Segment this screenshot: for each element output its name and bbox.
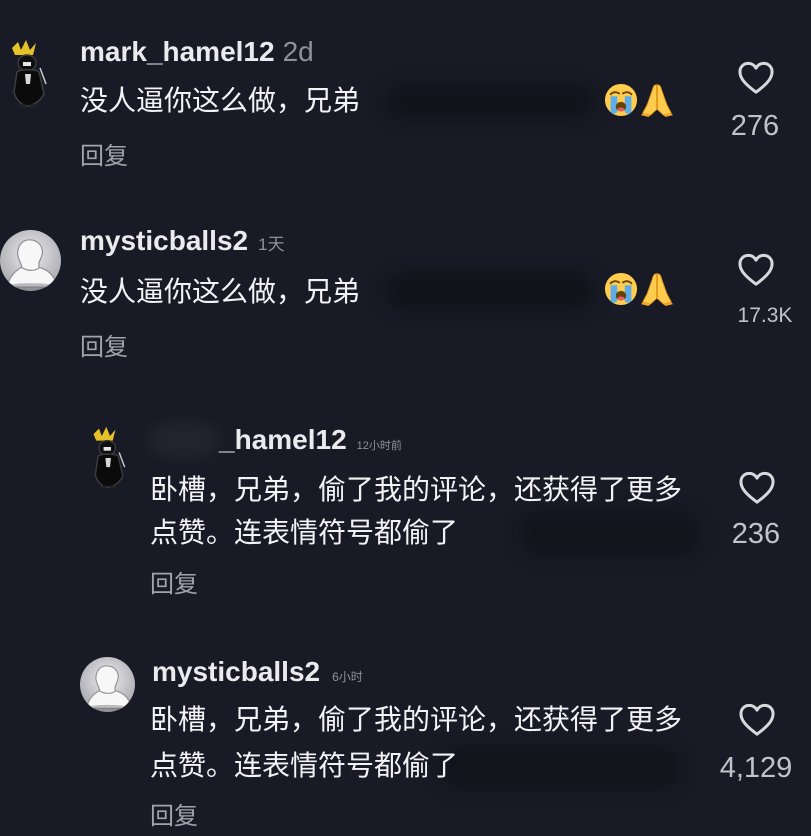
comment-text: 没人逼你这么做，兄弟: [80, 84, 360, 118]
like-button[interactable]: [737, 61, 775, 95]
white-bust-avatar[interactable]: [80, 657, 135, 712]
heart-outline-icon: [738, 61, 774, 94]
crowned-figure-avatar[interactable]: [6, 38, 54, 110]
emoji-group: [604, 83, 674, 117]
like-button[interactable]: [737, 253, 775, 287]
like-count: 4,129: [719, 752, 793, 784]
folded-hands-icon: [640, 84, 674, 117]
comment-text-line: 点赞。连表情符号都偷了: [150, 516, 459, 549]
comment-text: 卧槽，兄弟，偷了我的评论，还获得了更多 点赞。连表情符号都偷了: [150, 703, 682, 795]
reply-button[interactable]: 回复: [80, 142, 128, 170]
emoji-group: [604, 272, 674, 306]
comment: mark_hamel12 2d 没人逼你这么做，兄弟 276 回复: [0, 30, 811, 180]
loudly-crying-face-icon: [604, 272, 638, 306]
heart-outline-icon: [738, 253, 774, 286]
timestamp: 1天: [258, 235, 285, 254]
white-bust-avatar[interactable]: [0, 230, 61, 291]
username[interactable]: mark_hamel12: [80, 36, 275, 68]
timestamp: 2d: [282, 36, 314, 67]
username[interactable]: mysticballs2: [152, 656, 320, 688]
comment-text: 没人逼你这么做，兄弟: [80, 275, 360, 309]
comment-text-line: 卧槽，兄弟，偷了我的评论，还获得了更多: [150, 473, 683, 506]
reply-comment: mysticballs2 6小时 卧槽，兄弟，偷了我的评论，还获得了更多 点赞。…: [0, 645, 811, 835]
username[interactable]: mysticballs2: [80, 225, 248, 257]
comment-header: mysticballs2 1天: [80, 225, 285, 257]
timestamp: 12小时前: [356, 440, 402, 452]
loudly-crying-face-icon: [604, 83, 638, 117]
like-button[interactable]: [738, 703, 776, 737]
reply-comment: _hamel12 12小时前 卧槽，兄弟，偷了我的评论，还获得了更多 点赞。连表…: [0, 415, 811, 615]
heart-outline-icon: [739, 471, 775, 504]
reply-button[interactable]: 回复: [150, 570, 198, 598]
comment-text-line: 卧槽，兄弟，偷了我的评论，还获得了更多: [150, 703, 683, 736]
comment-header: mysticballs2 6小时: [152, 656, 363, 688]
folded-hands-icon: [640, 273, 674, 306]
comment-text-line: 点赞。连表情符号都偷了: [150, 749, 459, 782]
comment-text-line: 没人逼你这么做，兄弟: [80, 275, 361, 308]
username[interactable]: _hamel12: [219, 424, 347, 456]
heart-outline-icon: [739, 703, 775, 736]
comment: mysticballs2 1天 没人逼你这么做，兄弟 17.3K 回复 _ham…: [0, 220, 811, 830]
crowned-figure-avatar[interactable]: [86, 425, 134, 491]
timestamp: 6小时: [332, 670, 363, 684]
reply-button[interactable]: 回复: [80, 333, 128, 361]
reply-button[interactable]: 回复: [150, 802, 198, 830]
like-count: 17.3K: [737, 304, 793, 327]
comment-header: _hamel12 12小时前: [219, 424, 402, 456]
comment-header: mark_hamel12 2d: [80, 36, 314, 68]
like-button[interactable]: [738, 471, 776, 505]
like-count: 276: [730, 110, 780, 142]
comment-text-line: 没人逼你这么做，兄弟: [80, 84, 361, 117]
comment-text: 卧槽，兄弟，偷了我的评论，还获得了更多 点赞。连表情符号都偷了: [150, 473, 682, 559]
like-count: 236: [731, 518, 781, 550]
